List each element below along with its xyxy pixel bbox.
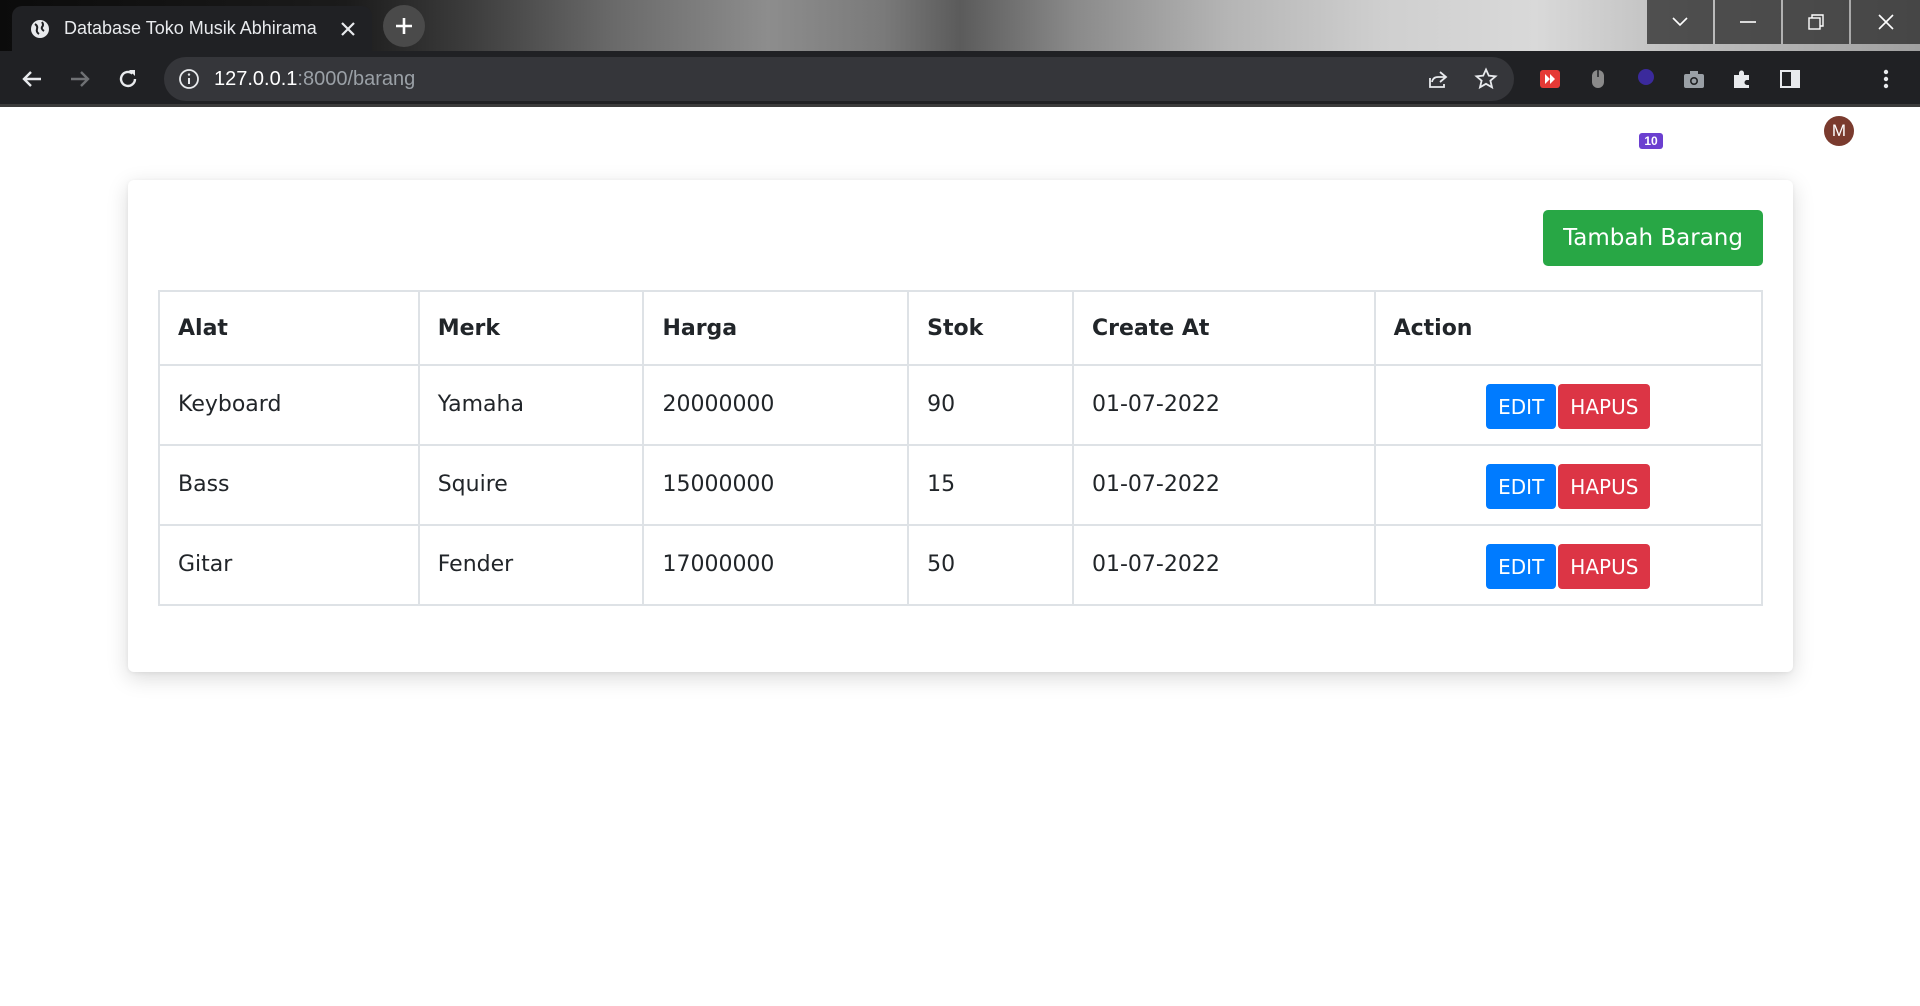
address-bar[interactable]: 127.0.0.1:8000/barang — [164, 57, 1514, 101]
plus-icon — [396, 18, 412, 34]
cell-merk: Yamaha — [417, 364, 645, 446]
browser-toolbar: 127.0.0.1:8000/barang 10 M — [0, 51, 1920, 149]
side-panel-icon — [1780, 70, 1800, 88]
extension-red-icon[interactable] — [1536, 65, 1564, 93]
arrow-right-icon — [71, 71, 90, 87]
cell-merk: Squire — [417, 444, 645, 526]
cell-created: 01-07-2022 — [1072, 444, 1376, 526]
cell-created: 01-07-2022 — [1072, 524, 1376, 606]
cell-alat: Gitar — [158, 524, 420, 606]
cell-stok: 15 — [907, 444, 1074, 526]
edit-button[interactable]: EDIT — [1486, 384, 1557, 429]
column-header-harga: Harga — [642, 290, 910, 366]
cell-stok: 90 — [907, 364, 1074, 446]
chevron-down-icon — [1672, 17, 1688, 27]
table-header-row: Alat Merk Harga Stok Create At Action — [158, 290, 1764, 366]
url-text[interactable]: 127.0.0.1:8000/barang — [214, 68, 415, 91]
url-host: 127.0.0.1 — [214, 68, 298, 90]
url-path: :8000/barang — [297, 68, 416, 90]
back-button[interactable] — [18, 65, 46, 93]
tab-title: Database Toko Musik Abhirama — [64, 18, 317, 38]
minimize-icon — [1740, 21, 1756, 23]
close-tab-icon[interactable] — [336, 17, 360, 41]
cell-stok: 50 — [907, 524, 1074, 606]
extension-purple-icon[interactable] — [1632, 65, 1660, 93]
mouse-icon — [1592, 70, 1604, 88]
puzzle-icon — [1734, 70, 1749, 88]
items-table: Alat Merk Harga Stok Create At Action Ke… — [158, 290, 1764, 606]
share-icon[interactable] — [1426, 67, 1450, 91]
table-row: Bass Squire 15000000 15 01-07-2022 EDIT H… — [158, 444, 1764, 526]
new-tab-button[interactable] — [383, 5, 425, 47]
globe-icon — [31, 19, 49, 38]
restore-button[interactable] — [1783, 0, 1849, 44]
cell-harga: 15000000 — [642, 444, 910, 526]
profile-avatar[interactable]: M — [1824, 116, 1854, 146]
tab-search-button[interactable] — [1647, 0, 1713, 44]
column-header-merk: Merk — [417, 290, 645, 366]
bookmark-star-icon[interactable] — [1474, 67, 1498, 91]
delete-button[interactable]: HAPUS — [1558, 384, 1651, 429]
close-icon — [1877, 14, 1894, 30]
cell-alat: Keyboard — [158, 364, 420, 446]
side-panel-button[interactable] — [1776, 65, 1804, 93]
content-card: Tambah Barang Alat Merk Harga Stok Creat… — [128, 180, 1793, 672]
extension-camera-icon[interactable] — [1680, 65, 1708, 93]
column-header-alat: Alat — [158, 290, 420, 366]
info-icon[interactable] — [178, 68, 200, 90]
cell-action: EDIT HAPUS — [1373, 524, 1764, 606]
cell-merk: Fender — [417, 524, 645, 606]
delete-button[interactable]: HAPUS — [1558, 464, 1651, 509]
column-header-stok: Stok — [907, 290, 1074, 366]
minimize-button[interactable] — [1715, 0, 1781, 44]
edit-button[interactable]: EDIT — [1486, 464, 1557, 509]
cell-alat: Bass — [158, 444, 420, 526]
browser-tab[interactable]: Database Toko Musik Abhirama — [12, 6, 372, 51]
toolbar-divider — [0, 104, 1920, 107]
extension-badge: 10 — [1639, 133, 1663, 149]
edit-button[interactable]: EDIT — [1486, 544, 1557, 589]
forward-button[interactable] — [66, 65, 94, 93]
cell-harga: 17000000 — [642, 524, 910, 606]
restore-icon — [1808, 14, 1824, 30]
camera-icon — [1684, 71, 1704, 88]
cell-harga: 20000000 — [642, 364, 910, 446]
reload-button[interactable] — [114, 65, 142, 93]
table-row: Gitar Fender 17000000 50 01-07-2022 EDIT… — [158, 524, 1764, 606]
arrow-left-icon — [22, 71, 41, 87]
chrome-menu-button[interactable] — [1872, 65, 1900, 93]
close-window-button[interactable] — [1851, 0, 1920, 44]
column-header-action: Action — [1373, 290, 1764, 366]
extensions-button[interactable] — [1728, 65, 1756, 93]
tab-strip: Database Toko Musik Abhirama — [0, 0, 1920, 51]
puzzle-purple-icon — [1638, 69, 1654, 85]
more-vert-icon — [1883, 69, 1889, 89]
column-header-create-at: Create At — [1072, 290, 1376, 366]
cell-created: 01-07-2022 — [1072, 364, 1376, 446]
extension-mouse-icon[interactable] — [1584, 65, 1612, 93]
cell-action: EDIT HAPUS — [1373, 364, 1764, 446]
media-extension-icon — [1540, 70, 1560, 88]
table-row: Keyboard Yamaha 20000000 90 01-07-2022 E… — [158, 364, 1764, 446]
delete-button[interactable]: HAPUS — [1558, 544, 1651, 589]
cell-action: EDIT HAPUS — [1373, 444, 1764, 526]
add-item-button[interactable]: Tambah Barang — [1543, 210, 1763, 266]
reload-icon — [119, 70, 137, 88]
